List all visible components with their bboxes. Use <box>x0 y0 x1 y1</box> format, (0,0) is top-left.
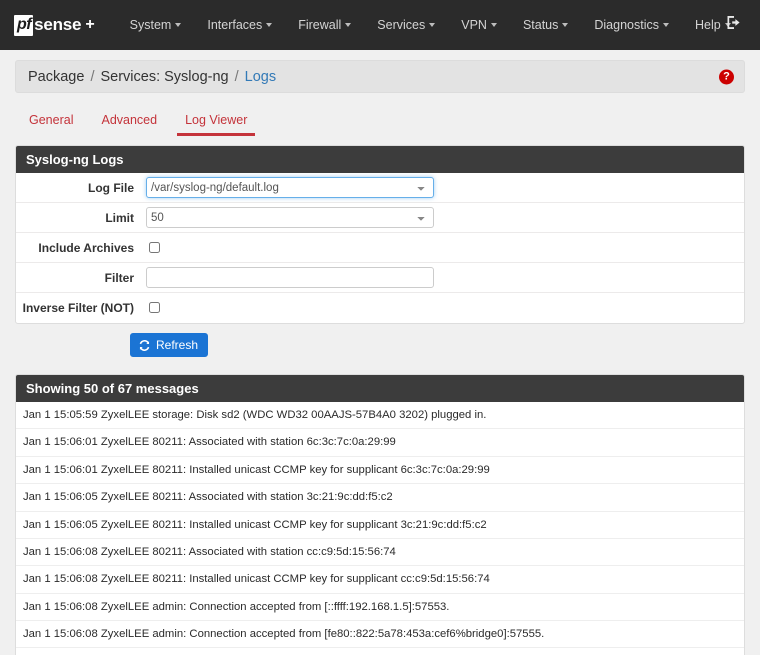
logs-panel-heading: Showing 50 of 67 messages <box>16 375 744 402</box>
filter-label: Filter <box>16 271 144 285</box>
sign-out-icon <box>726 15 742 31</box>
form-row-include-archives: Include Archives <box>16 233 744 263</box>
sync-icon <box>138 339 151 352</box>
breadcrumb-current[interactable]: Logs <box>245 69 276 85</box>
chevron-down-icon <box>562 23 568 27</box>
action-bar: Refresh <box>0 324 760 367</box>
form-panel-container: Syslog-ng Logs Log File /var/syslog-ng/d… <box>0 136 760 324</box>
log-row: Jan 1 15:06:01 ZyxelLEE 80211: Installed… <box>16 457 744 484</box>
nav-item-label: Status <box>523 18 558 32</box>
logs-panel-container: Showing 50 of 67 messages Jan 1 15:05:59… <box>0 367 760 655</box>
logo-sense-text: sense <box>34 15 81 35</box>
chevron-down-icon <box>266 23 272 27</box>
log-row: Jan 1 15:06:01 ZyxelLEE 80211: Associate… <box>16 429 744 456</box>
tab-general[interactable]: General <box>15 107 87 136</box>
tab-label: Log Viewer <box>185 113 247 127</box>
nav-menu: System Interfaces Firewall Services VPN … <box>117 12 744 38</box>
log-row: Jan 1 15:06:05 ZyxelLEE 80211: Associate… <box>16 484 744 511</box>
filter-input[interactable] <box>146 267 434 288</box>
limit-label: Limit <box>16 211 144 225</box>
log-list: Jan 1 15:05:59 ZyxelLEE storage: Disk sd… <box>16 402 744 655</box>
form-row-log-file: Log File /var/syslog-ng/default.log <box>16 173 744 203</box>
breadcrumb-separator: / <box>90 69 94 85</box>
log-row: Jan 1 15:05:59 ZyxelLEE storage: Disk sd… <box>16 402 744 429</box>
chevron-down-icon <box>429 23 435 27</box>
syslog-settings-panel: Syslog-ng Logs Log File /var/syslog-ng/d… <box>15 145 745 324</box>
chevron-down-icon <box>175 23 181 27</box>
logo-pf-mark: pf <box>14 15 33 36</box>
nav-item-services[interactable]: Services <box>364 12 448 38</box>
nav-item-diagnostics[interactable]: Diagnostics <box>581 12 682 38</box>
nav-item-label: Help <box>695 18 721 32</box>
tab-advanced[interactable]: Advanced <box>87 107 171 136</box>
form-row-inverse-filter: Inverse Filter (NOT) <box>16 293 744 323</box>
help-icon[interactable]: ? <box>719 69 734 84</box>
nav-item-label: Services <box>377 18 425 32</box>
log-file-select[interactable]: /var/syslog-ng/default.log <box>146 177 434 198</box>
nav-item-firewall[interactable]: Firewall <box>285 12 364 38</box>
include-archives-label: Include Archives <box>16 241 144 255</box>
refresh-button[interactable]: Refresh <box>130 333 208 357</box>
log-row: Jan 1 15:06:08 ZyxelLEE admin: Connectio… <box>16 594 744 621</box>
limit-select[interactable]: 50 <box>146 207 434 228</box>
form-row-limit: Limit 50 <box>16 203 744 233</box>
tab-label: Advanced <box>101 113 157 127</box>
logo-plus-text: + <box>85 16 94 34</box>
top-navbar: pf sense + System Interfaces Firewall Se… <box>0 0 760 50</box>
log-file-label: Log File <box>16 181 144 195</box>
nav-item-label: Interfaces <box>207 18 262 32</box>
inverse-filter-checkbox[interactable] <box>149 302 160 313</box>
breadcrumb-separator: / <box>235 69 239 85</box>
breadcrumb-section: Services: Syslog-ng <box>100 69 228 85</box>
tab-label: General <box>29 113 73 127</box>
refresh-button-label: Refresh <box>156 338 198 352</box>
nav-item-interfaces[interactable]: Interfaces <box>194 12 285 38</box>
nav-item-label: VPN <box>461 18 487 32</box>
chevron-down-icon <box>345 23 351 27</box>
inverse-filter-label: Inverse Filter (NOT) <box>16 301 144 315</box>
chevron-down-icon <box>663 23 669 27</box>
log-row: Jan 1 15:06:05 ZyxelLEE 80211: Installed… <box>16 512 744 539</box>
tab-bar: General Advanced Log Viewer <box>0 107 760 136</box>
pfsense-logo[interactable]: pf sense + <box>14 15 95 36</box>
nav-item-label: Firewall <box>298 18 341 32</box>
breadcrumb-container: Package / Services: Syslog-ng / Logs ? <box>0 50 760 93</box>
nav-item-label: Diagnostics <box>594 18 659 32</box>
nav-item-status[interactable]: Status <box>510 12 581 38</box>
log-row: Jan 1 15:06:08 ZyxelLEE 80211: Associate… <box>16 539 744 566</box>
tab-log-viewer[interactable]: Log Viewer <box>171 107 261 136</box>
breadcrumb: Package / Services: Syslog-ng / Logs ? <box>15 60 745 93</box>
logout-button[interactable] <box>726 15 742 36</box>
nav-item-vpn[interactable]: VPN <box>448 12 510 38</box>
chevron-down-icon <box>491 23 497 27</box>
nav-item-label: System <box>130 18 172 32</box>
form-panel-heading: Syslog-ng Logs <box>16 146 744 173</box>
breadcrumb-root: Package <box>28 69 84 85</box>
log-row: Jan 1 15:06:09 ZyxelLEE admin: Connectio… <box>16 648 744 655</box>
logs-panel: Showing 50 of 67 messages Jan 1 15:05:59… <box>15 374 745 655</box>
log-row: Jan 1 15:06:08 ZyxelLEE 80211: Installed… <box>16 566 744 593</box>
log-row: Jan 1 15:06:08 ZyxelLEE admin: Connectio… <box>16 621 744 648</box>
nav-item-system[interactable]: System <box>117 12 195 38</box>
include-archives-checkbox[interactable] <box>149 242 160 253</box>
form-row-filter: Filter <box>16 263 744 293</box>
